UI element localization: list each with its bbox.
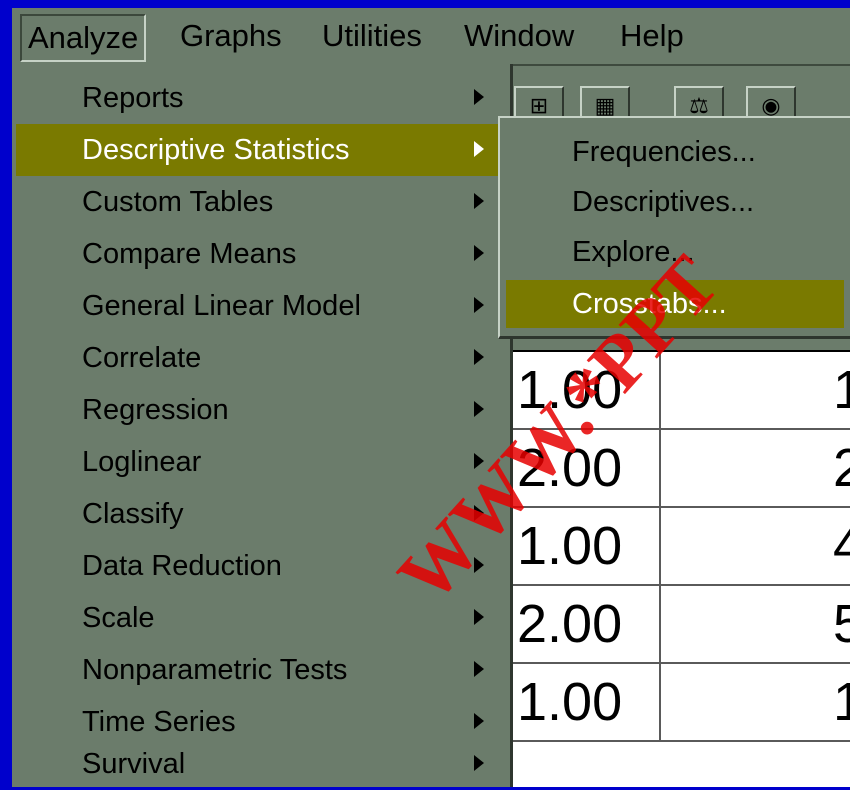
submenu-item-label: Explore... — [572, 236, 695, 268]
submenu-item-explore[interactable]: Explore... — [506, 228, 844, 276]
menu-item-label: Reports — [82, 82, 184, 114]
menu-label: Utilities — [322, 18, 422, 53]
menu-item-label: Survival — [82, 748, 186, 780]
menubar: Analyze Graphs Utilities Window Help — [12, 8, 850, 66]
menu-label: Help — [620, 18, 684, 53]
menu-analyze[interactable]: Analyze — [20, 14, 147, 62]
grid-cell[interactable]: 5 — [833, 586, 850, 662]
grid-cell[interactable]: 2.00 — [513, 586, 661, 662]
submenu-arrow-icon — [474, 755, 484, 771]
menu-item-loglinear[interactable]: Loglinear — [16, 436, 506, 488]
table-row[interactable]: 1.00 1 — [513, 352, 850, 430]
menu-item-reports[interactable]: Reports — [16, 72, 506, 124]
grid-cell[interactable]: 1.00 — [513, 664, 661, 740]
grid-cell[interactable]: 1 — [833, 352, 850, 428]
menu-item-general-linear-model[interactable]: General Linear Model — [16, 280, 506, 332]
menu-item-classify[interactable]: Classify — [16, 488, 506, 540]
menu-item-descriptive-statistics[interactable]: Descriptive Statistics — [16, 124, 506, 176]
submenu-arrow-icon — [474, 193, 484, 209]
submenu-arrow-icon — [474, 713, 484, 729]
menu-item-label: General Linear Model — [82, 290, 361, 322]
menu-label: Analyze — [28, 20, 139, 55]
submenu-item-crosstabs[interactable]: Crosstabs... — [506, 280, 844, 328]
submenu-item-descriptives[interactable]: Descriptives... — [506, 178, 844, 226]
menu-item-label: Custom Tables — [82, 186, 274, 218]
menu-item-regression[interactable]: Regression — [16, 384, 506, 436]
menu-item-label: Compare Means — [82, 238, 297, 270]
menu-window[interactable]: Window — [464, 14, 574, 58]
menu-graphs[interactable]: Graphs — [180, 14, 282, 58]
analyze-menu: Reports Descriptive Statistics Custom Ta… — [12, 64, 513, 787]
grid-cell[interactable]: 1.00 — [513, 508, 661, 584]
submenu-arrow-icon — [474, 401, 484, 417]
submenu-arrow-icon — [474, 141, 484, 157]
menu-item-data-reduction[interactable]: Data Reduction — [16, 540, 506, 592]
grid-cell[interactable]: 1.00 — [513, 352, 661, 428]
grid-cell[interactable]: 4 — [833, 508, 850, 584]
menu-item-label: Classify — [82, 498, 184, 530]
menu-label: Graphs — [180, 18, 282, 53]
menu-item-label: Descriptive Statistics — [82, 134, 350, 166]
menu-item-label: Loglinear — [82, 446, 202, 478]
menu-item-label: Correlate — [82, 342, 202, 374]
menu-help[interactable]: Help — [620, 14, 684, 58]
table-row[interactable]: 1.00 1 — [513, 664, 850, 742]
submenu-arrow-icon — [474, 349, 484, 365]
menu-item-label: Data Reduction — [82, 550, 282, 582]
table-row[interactable]: 2.00 5 — [513, 586, 850, 664]
menu-label: Window — [464, 18, 575, 53]
table-row[interactable]: 1.00 4 — [513, 508, 850, 586]
submenu-item-label: Frequencies... — [572, 136, 756, 168]
menu-item-label: Regression — [82, 394, 229, 426]
submenu-arrow-icon — [474, 505, 484, 521]
submenu-item-label: Crosstabs... — [572, 288, 727, 320]
menu-item-correlate[interactable]: Correlate — [16, 332, 506, 384]
submenu-arrow-icon — [474, 661, 484, 677]
menu-item-scale[interactable]: Scale — [16, 592, 506, 644]
submenu-arrow-icon — [474, 453, 484, 469]
descriptive-statistics-submenu: Frequencies... Descriptives... Explore..… — [498, 116, 850, 339]
menu-item-label: Scale — [82, 602, 155, 634]
grid-cell[interactable]: 1 — [833, 664, 850, 740]
grid-cell[interactable]: 2 — [833, 430, 850, 506]
submenu-item-label: Descriptives... — [572, 186, 755, 218]
table-row[interactable]: 2.00 2 — [513, 430, 850, 508]
submenu-arrow-icon — [474, 245, 484, 261]
grid-cell[interactable]: 2.00 — [513, 430, 661, 506]
menu-item-custom-tables[interactable]: Custom Tables — [16, 176, 506, 228]
submenu-arrow-icon — [474, 557, 484, 573]
menu-utilities[interactable]: Utilities — [322, 14, 422, 58]
menu-item-nonparametric-tests[interactable]: Nonparametric Tests — [16, 644, 506, 696]
submenu-item-frequencies[interactable]: Frequencies... — [506, 128, 844, 176]
menu-item-label: Nonparametric Tests — [82, 654, 348, 686]
menu-item-compare-means[interactable]: Compare Means — [16, 228, 506, 280]
submenu-arrow-icon — [474, 297, 484, 313]
menu-item-survival[interactable]: Survival — [16, 738, 506, 790]
submenu-arrow-icon — [474, 609, 484, 625]
submenu-arrow-icon — [474, 89, 484, 105]
